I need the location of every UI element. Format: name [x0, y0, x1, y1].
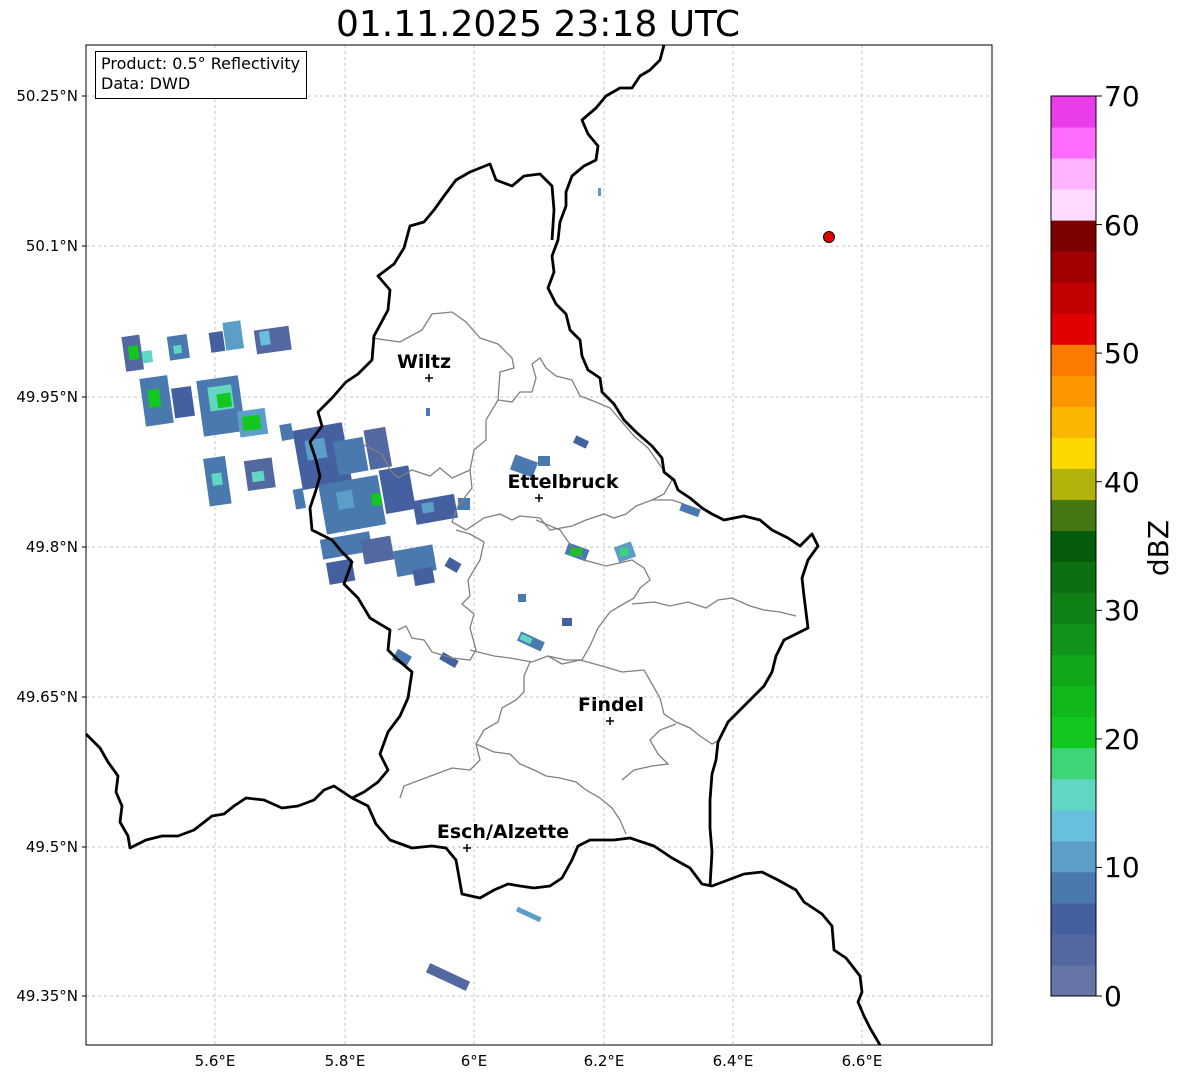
lon-label: 5.6°E: [195, 1052, 236, 1070]
lon-label: 5.8°E: [325, 1052, 366, 1070]
colorbar-segment: [1051, 902, 1096, 935]
info-box: Product: 0.5° Reflectivity Data: DWD: [95, 51, 308, 99]
colorbar-tick-label: 20: [1104, 723, 1140, 756]
lat-label: 49.95°N: [16, 388, 78, 406]
colorbar: [1051, 96, 1096, 997]
colorbar-segment: [1051, 220, 1096, 252]
colorbar-tick-label: 70: [1104, 80, 1140, 113]
colorbar-segment: [1051, 437, 1096, 469]
colorbar-tick-label: 40: [1104, 466, 1140, 499]
colorbar-segment: [1051, 406, 1096, 438]
colorbar-tick-label: 60: [1104, 209, 1140, 242]
colorbar-label: dBZ: [1142, 520, 1175, 576]
longitude-labels: 5.6°E 5.8°E 6°E 6.2°E 6.4°E 6.6°E: [195, 1052, 883, 1070]
colorbar-segment: [1051, 778, 1096, 811]
colorbar-tick-label: 30: [1104, 594, 1140, 627]
lat-label: 50.1°N: [26, 237, 78, 255]
data-source-text: Data: DWD: [101, 74, 191, 93]
colorbar-segment: [1051, 96, 1096, 128]
colorbar-tick-label: 50: [1104, 337, 1140, 370]
city-label-ettelbruck: Ettelbruck: [508, 471, 619, 493]
colorbar-segment: [1051, 964, 1096, 997]
lon-label: 6°E: [461, 1052, 488, 1070]
colorbar-segment: [1051, 592, 1096, 625]
colorbar-segment: [1051, 530, 1096, 563]
city-label-wiltz: Wiltz: [397, 351, 451, 373]
colorbar-segment: [1051, 375, 1096, 407]
colorbar-tick-label: 10: [1104, 851, 1140, 884]
colorbar-segment: [1051, 747, 1096, 780]
colorbar-segment: [1051, 840, 1096, 873]
latitude-labels: 50.25°N 50.1°N 49.95°N 49.8°N 49.65°N 49…: [16, 87, 78, 1005]
colorbar-segment: [1051, 809, 1096, 842]
map-title: 01.11.2025 23:18 UTC: [335, 4, 741, 45]
colorbar-segment: [1051, 282, 1096, 314]
lat-label: 50.25°N: [16, 87, 78, 105]
city-label-findel: Findel: [578, 694, 644, 716]
colorbar-segment: [1051, 871, 1096, 904]
colorbar-segment: [1051, 654, 1096, 687]
lon-label: 6.6°E: [842, 1052, 883, 1070]
product-text: Product: 0.5° Reflectivity: [101, 54, 301, 73]
lat-label: 49.5°N: [26, 838, 78, 856]
colorbar-segment: [1051, 127, 1096, 159]
colorbar-tick-label: 0: [1104, 980, 1122, 1013]
colorbar-segment: [1051, 933, 1096, 966]
radar-site-marker: [823, 231, 835, 243]
radar-map: 50.25°N 50.1°N 49.95°N 49.8°N 49.65°N 49…: [16, 44, 1175, 1070]
colorbar-segment: [1051, 499, 1096, 531]
colorbar-segment: [1051, 313, 1096, 345]
lat-label: 49.65°N: [16, 688, 78, 706]
colorbar-segment: [1051, 623, 1096, 656]
colorbar-segment: [1051, 158, 1096, 190]
colorbar-ticks: 0 10 20 30 40 50 60 70: [1096, 80, 1140, 1013]
colorbar-segment: [1051, 716, 1096, 749]
colorbar-segment: [1051, 189, 1096, 221]
lat-label: 49.8°N: [26, 538, 78, 556]
city-label-esch: Esch/Alzette: [437, 821, 569, 843]
colorbar-segment: [1051, 468, 1096, 500]
lat-label: 49.35°N: [16, 987, 78, 1005]
lon-label: 6.4°E: [713, 1052, 754, 1070]
colorbar-segment: [1051, 685, 1096, 718]
colorbar-segment: [1051, 251, 1096, 283]
lon-label: 6.2°E: [584, 1052, 625, 1070]
colorbar-segment: [1051, 344, 1096, 376]
colorbar-segment: [1051, 561, 1096, 594]
